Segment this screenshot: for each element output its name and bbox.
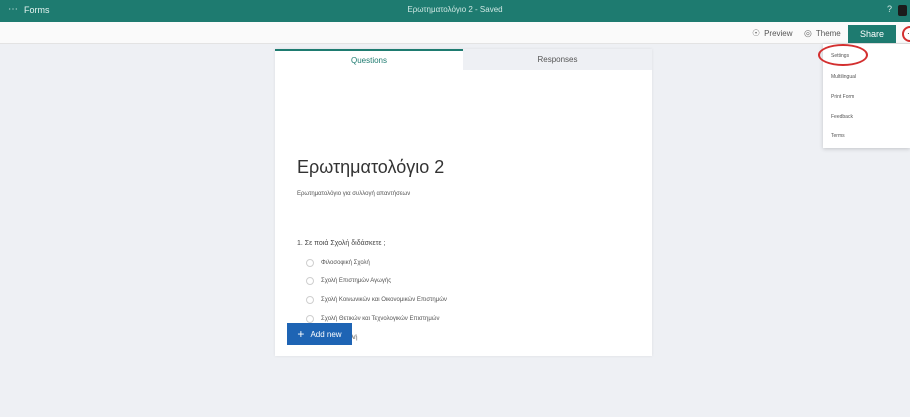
menu-item-feedback[interactable]: Feedback — [831, 114, 853, 120]
option-label: Σχολή Επιστημών Αγωγής — [321, 277, 392, 284]
menu-item-print-form[interactable]: Print Form — [831, 94, 854, 100]
eye-icon: ☉ — [752, 28, 761, 38]
option-label: Σχολή Κοινωνικών και Οικονομικών Επιστημ… — [321, 296, 447, 303]
option-label: Φιλοσοφική Σχολή — [321, 259, 370, 266]
preview-label: Preview — [764, 29, 793, 38]
document-title: Ερωτηματολόγιο 2 - Saved — [407, 5, 503, 14]
radio-button[interactable] — [306, 258, 314, 267]
option-1[interactable]: Φιλοσοφική Σχολή — [306, 258, 370, 267]
command-bar: ☉ Preview ◎ Theme — [0, 22, 910, 44]
option-label: Σχολή Θετικών και Τεχνολογικών Επιστημών — [321, 315, 440, 322]
tab-bar: Questions Responses — [275, 49, 652, 70]
option-4[interactable]: Σχολή Θετικών και Τεχνολογικών Επιστημών — [306, 314, 439, 323]
settings-highlight-annotation — [818, 44, 868, 66]
form-title[interactable]: Ερωτηματολόγιο 2 — [297, 157, 444, 178]
form-description[interactable]: Ερωτηματολόγιο για συλλογή απαντήσεων — [297, 191, 410, 197]
avatar[interactable] — [898, 5, 907, 16]
menu-item-terms[interactable]: Terms — [831, 133, 845, 139]
plus-icon: + — [297, 327, 305, 341]
preview-button[interactable]: ☉ Preview — [752, 28, 793, 39]
radio-button[interactable] — [306, 314, 314, 323]
radio-button[interactable] — [306, 295, 314, 304]
option-2[interactable]: Σχολή Επιστημών Αγωγής — [306, 276, 391, 285]
add-new-button[interactable]: + Add new — [287, 323, 352, 345]
tab-responses[interactable]: Responses — [463, 49, 652, 70]
palette-icon: ◎ — [804, 28, 812, 38]
share-button[interactable]: Share — [848, 25, 896, 43]
app-bar: ⋯ Forms Ερωτηματολόγιο 2 - Saved ? — [0, 0, 910, 22]
help-icon[interactable]: ? — [887, 4, 892, 14]
add-new-label: Add new — [310, 329, 342, 339]
theme-button[interactable]: ◎ Theme — [804, 28, 841, 39]
question-title[interactable]: 1. Σε ποιά Σχολή διδάσκετε ; — [297, 240, 385, 247]
form-card: Questions Responses Ερωτηματολόγιο 2 Ερω… — [275, 49, 652, 356]
radio-button[interactable] — [306, 276, 314, 285]
theme-label: Theme — [815, 29, 841, 38]
menu-item-multilingual[interactable]: Multilingual — [831, 74, 856, 80]
option-3[interactable]: Σχολή Κοινωνικών και Οικονομικών Επιστημ… — [306, 295, 447, 304]
tab-questions[interactable]: Questions — [275, 49, 463, 70]
